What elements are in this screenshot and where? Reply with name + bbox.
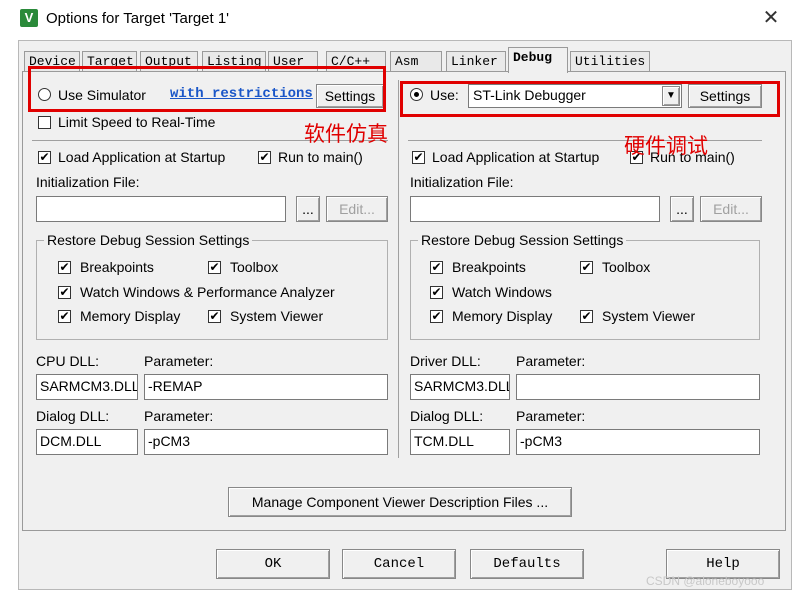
- close-icon[interactable]: ✕: [760, 8, 782, 30]
- right-load-app-label: Load Application at Startup: [432, 149, 600, 165]
- tab-debug[interactable]: Debug: [508, 47, 568, 73]
- left-memory-display-checkbox[interactable]: ✔: [58, 310, 71, 323]
- cpu-dll-input[interactable]: SARMCM3.DLL: [36, 374, 138, 400]
- tab-asm[interactable]: Asm: [390, 51, 442, 71]
- cpu-dll-label: CPU DLL:: [36, 353, 100, 369]
- right-restore-group-title: Restore Debug Session Settings: [418, 232, 627, 248]
- right-toolbox-label: Toolbox: [602, 259, 651, 275]
- right-breakpoints-checkbox[interactable]: ✔: [430, 261, 443, 274]
- left-dialog-parameter-input[interactable]: -pCM3: [144, 429, 388, 455]
- left-init-file-input[interactable]: [36, 196, 286, 222]
- right-load-app-checkbox[interactable]: ✔: [412, 151, 425, 164]
- right-memory-display-checkbox[interactable]: ✔: [430, 310, 443, 323]
- ok-button[interactable]: OK: [216, 549, 330, 579]
- left-run-to-main-label: Run to main(): [278, 149, 363, 165]
- left-browse-button[interactable]: ...: [296, 196, 320, 222]
- hardware-debug-highlight: [400, 81, 780, 117]
- limit-speed-checkbox[interactable]: [38, 116, 51, 129]
- right-breakpoints-label: Breakpoints: [452, 259, 526, 275]
- cpu-parameter-input[interactable]: -REMAP: [144, 374, 388, 400]
- right-init-file-input[interactable]: [410, 196, 660, 222]
- right-init-file-label: Initialization File:: [410, 174, 514, 190]
- left-breakpoints-checkbox[interactable]: ✔: [58, 261, 71, 274]
- left-toolbox-label: Toolbox: [230, 259, 279, 275]
- right-dialog-dll-label: Dialog DLL:: [410, 408, 484, 424]
- cancel-button[interactable]: Cancel: [342, 549, 456, 579]
- left-system-viewer-checkbox[interactable]: ✔: [208, 310, 221, 323]
- left-toolbox-checkbox[interactable]: ✔: [208, 261, 221, 274]
- driver-dll-input[interactable]: SARMCM3.DLL: [410, 374, 510, 400]
- left-dialog-dll-input[interactable]: DCM.DLL: [36, 429, 138, 455]
- left-init-file-label: Initialization File:: [36, 174, 140, 190]
- title-bar: V Options for Target 'Target 1' ✕: [0, 0, 800, 40]
- tab-utilities[interactable]: Utilities: [570, 51, 650, 71]
- left-memory-display-label: Memory Display: [80, 308, 181, 324]
- software-sim-highlight: [28, 66, 386, 112]
- left-load-app-checkbox[interactable]: ✔: [38, 151, 51, 164]
- left-run-to-main-checkbox[interactable]: ✔: [258, 151, 271, 164]
- right-separator: [408, 140, 762, 141]
- right-memory-display-label: Memory Display: [452, 308, 553, 324]
- manage-component-viewer-button[interactable]: Manage Component Viewer Description File…: [228, 487, 572, 517]
- driver-dll-label: Driver DLL:: [410, 353, 481, 369]
- right-dialog-dll-input[interactable]: TCM.DLL: [410, 429, 510, 455]
- hardware-debug-annotation: 硬件调试: [624, 135, 708, 158]
- tab-linker[interactable]: Linker: [446, 51, 506, 71]
- left-dialog-dll-label: Dialog DLL:: [36, 408, 110, 424]
- right-edit-button: Edit...: [700, 196, 762, 222]
- app-icon: V: [20, 9, 38, 27]
- limit-speed-label: Limit Speed to Real-Time: [58, 114, 216, 130]
- left-watch-windows-label: Watch Windows & Performance Analyzer: [80, 284, 335, 300]
- driver-parameter-label: Parameter:: [516, 353, 586, 369]
- window-title: Options for Target 'Target 1': [46, 10, 230, 27]
- driver-parameter-input[interactable]: [516, 374, 760, 400]
- column-divider: [398, 80, 399, 458]
- right-watch-windows-checkbox[interactable]: ✔: [430, 286, 443, 299]
- right-browse-button[interactable]: ...: [670, 196, 694, 222]
- cpu-parameter-label: Parameter:: [144, 353, 214, 369]
- left-edit-button: Edit...: [326, 196, 388, 222]
- right-toolbox-checkbox[interactable]: ✔: [580, 261, 593, 274]
- right-system-viewer-checkbox[interactable]: ✔: [580, 310, 593, 323]
- left-system-viewer-label: System Viewer: [230, 308, 324, 324]
- left-breakpoints-label: Breakpoints: [80, 259, 154, 275]
- left-watch-windows-checkbox[interactable]: ✔: [58, 286, 71, 299]
- right-dialog-parameter-label: Parameter:: [516, 408, 586, 424]
- left-restore-group-title: Restore Debug Session Settings: [44, 232, 253, 248]
- right-system-viewer-label: System Viewer: [602, 308, 696, 324]
- left-load-app-label: Load Application at Startup: [58, 149, 226, 165]
- software-sim-annotation: 软件仿真: [304, 123, 388, 146]
- defaults-button[interactable]: Defaults: [470, 549, 584, 579]
- left-dialog-parameter-label: Parameter:: [144, 408, 214, 424]
- right-dialog-parameter-input[interactable]: -pCM3: [516, 429, 760, 455]
- right-watch-windows-label: Watch Windows: [452, 284, 552, 300]
- watermark: CSDN @aloneboyooo: [646, 574, 765, 588]
